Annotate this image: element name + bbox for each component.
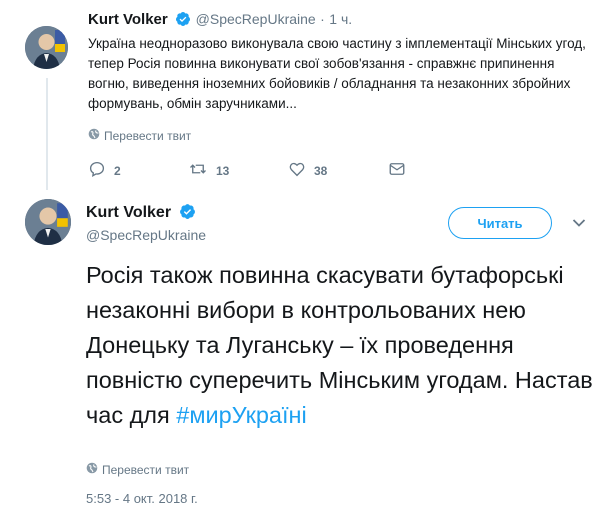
translate-link[interactable]: Перевести твит [88, 128, 191, 143]
tweet-time[interactable]: 1 ч. [329, 11, 352, 27]
avatar[interactable] [25, 199, 71, 245]
translate-link[interactable]: Перевести твит [86, 462, 189, 477]
dm-icon [388, 160, 406, 181]
author-handle[interactable]: @SpecRepUkraine [196, 11, 316, 27]
tweet-body: Росія також повинна скасувати бутафорськ… [86, 262, 593, 428]
like-action[interactable]: 38 [288, 160, 388, 181]
verified-icon [175, 11, 191, 32]
globe-icon [88, 128, 100, 143]
reply-action[interactable]: 2 [88, 160, 188, 181]
avatar-photo [25, 26, 68, 69]
translate-label: Перевести твит [104, 128, 192, 143]
like-icon [288, 160, 306, 181]
retweet-count: 13 [216, 163, 230, 178]
verified-icon [179, 203, 196, 225]
like-count: 38 [314, 163, 328, 178]
avatar[interactable] [25, 26, 68, 69]
retweet-action[interactable]: 13 [188, 160, 288, 181]
thread-connector-line [46, 78, 48, 190]
globe-icon [86, 462, 98, 477]
author-name[interactable]: Kurt Volker [86, 204, 171, 221]
hashtag-link[interactable]: #мирУкраїні [176, 402, 306, 428]
separator-dot: · [320, 11, 325, 27]
follow-button[interactable]: Читать [448, 207, 552, 239]
retweet-icon [188, 160, 208, 181]
tweet-timestamp[interactable]: 5:53 - 4 окт. 2018 г. [86, 491, 198, 506]
tweet-text: Україна неодноразово виконувала свою час… [88, 36, 586, 111]
tweet-header: Kurt Volker [86, 203, 196, 225]
reply-count: 2 [114, 163, 121, 178]
avatar-photo [25, 199, 71, 245]
tweet-header: Kurt Volker @SpecRepUkraine · 1 ч. [88, 11, 352, 32]
dm-action[interactable] [388, 160, 488, 181]
chevron-down-icon[interactable] [572, 215, 586, 233]
author-name[interactable]: Kurt Volker [88, 11, 168, 28]
tweet-text: Росія також повинна скасувати бутафорськ… [86, 258, 606, 433]
reply-icon [88, 160, 106, 181]
translate-label: Перевести твит [102, 462, 190, 477]
author-handle[interactable]: @SpecRepUkraine [86, 227, 206, 243]
tweet-actions: 2 13 38 [88, 160, 488, 181]
